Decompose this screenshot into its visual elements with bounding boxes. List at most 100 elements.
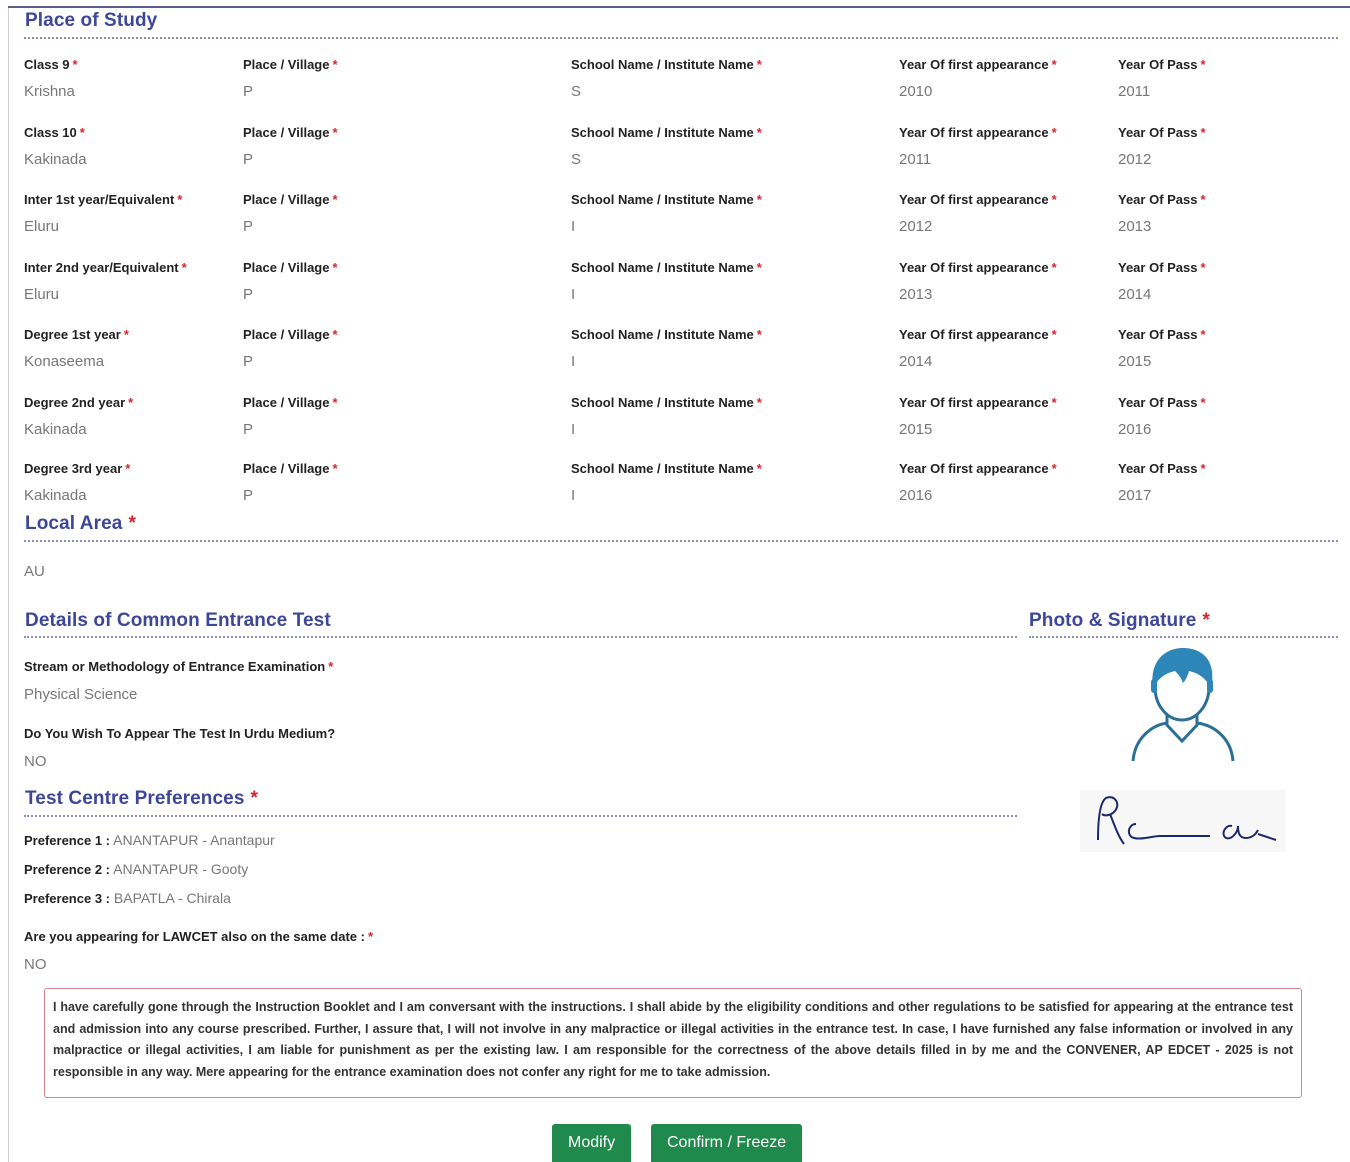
class-label: Inter 1st year/Equivalent * xyxy=(24,192,183,207)
required-mark: * xyxy=(123,327,129,342)
required-mark: * xyxy=(250,788,258,809)
required-mark: * xyxy=(177,192,183,207)
place-value: P xyxy=(243,421,254,438)
pass-year-label: Year Of Pass * xyxy=(1118,125,1206,140)
place-label: Place / Village * xyxy=(243,192,338,207)
preference-3: Preference 3 : BAPATLA - Chirala xyxy=(24,890,231,906)
required-mark: * xyxy=(756,461,762,476)
class-label: Degree 3rd year * xyxy=(24,461,131,476)
first-appearance-value: 2013 xyxy=(899,286,933,303)
class-label: Degree 2nd year * xyxy=(24,395,134,410)
required-mark: * xyxy=(72,57,78,72)
first-appearance-label: Year Of first appearance * xyxy=(899,57,1057,72)
required-mark: * xyxy=(1200,260,1206,275)
photo-avatar-icon xyxy=(1131,648,1235,762)
test-centre-title: Test Centre Preferences * xyxy=(25,788,258,809)
school-value: I xyxy=(571,421,576,438)
required-mark: * xyxy=(1202,610,1210,631)
first-appearance-value: 2012 xyxy=(899,218,933,235)
required-mark: * xyxy=(1200,125,1206,140)
first-appearance-label: Year Of first appearance * xyxy=(899,192,1057,207)
first-appearance-label: Year Of first appearance * xyxy=(899,461,1057,476)
first-appearance-label: Year Of first appearance * xyxy=(899,260,1057,275)
first-appearance-value: 2015 xyxy=(899,421,933,438)
required-mark: * xyxy=(1200,395,1206,410)
required-mark: * xyxy=(125,461,131,476)
pass-year-label: Year Of Pass * xyxy=(1118,395,1206,410)
urdu-medium-value: NO xyxy=(24,753,47,770)
place-value: P xyxy=(243,286,254,303)
local-area-title: Local Area * xyxy=(25,513,136,534)
cet-title: Details of Common Entrance Test xyxy=(25,610,331,631)
urdu-medium-label: Do You Wish To Appear The Test In Urdu M… xyxy=(24,726,336,741)
confirm-freeze-button[interactable]: Confirm / Freeze xyxy=(651,1124,803,1162)
school-value: I xyxy=(571,286,576,303)
required-mark: * xyxy=(1051,125,1057,140)
first-appearance-label: Year Of first appearance * xyxy=(899,395,1057,410)
school-label: School Name / Institute Name * xyxy=(571,192,762,207)
place-value: P xyxy=(243,218,254,235)
required-mark: * xyxy=(128,395,134,410)
first-appearance-value: 2016 xyxy=(899,487,933,504)
required-mark: * xyxy=(332,327,338,342)
required-mark: * xyxy=(1051,395,1057,410)
class-label: Inter 2nd year/Equivalent * xyxy=(24,260,187,275)
required-mark: * xyxy=(1051,57,1057,72)
photo-signature-divider xyxy=(1029,636,1338,638)
required-mark: * xyxy=(756,395,762,410)
required-mark: * xyxy=(332,192,338,207)
place-label: Place / Village * xyxy=(243,57,338,72)
first-appearance-label: Year Of first appearance * xyxy=(899,125,1057,140)
pass-year-value: 2013 xyxy=(1118,218,1152,235)
place-label: Place / Village * xyxy=(243,461,338,476)
school-label: School Name / Institute Name * xyxy=(571,461,762,476)
place-value: P xyxy=(243,487,254,504)
required-mark: * xyxy=(756,260,762,275)
class-value: Krishna xyxy=(24,83,75,100)
required-mark: * xyxy=(181,260,187,275)
required-mark: * xyxy=(1051,260,1057,275)
pass-year-value: 2012 xyxy=(1118,151,1152,168)
required-mark: * xyxy=(1051,192,1057,207)
local-area-value: AU xyxy=(24,563,45,580)
required-mark: * xyxy=(756,125,762,140)
school-value: I xyxy=(571,487,576,504)
modify-button[interactable]: Modify xyxy=(552,1124,632,1162)
class-value: Kakinada xyxy=(24,487,87,504)
first-appearance-label: Year Of first appearance * xyxy=(899,327,1057,342)
school-label: School Name / Institute Name * xyxy=(571,57,762,72)
school-value: I xyxy=(571,353,576,370)
pass-year-value: 2017 xyxy=(1118,487,1152,504)
pass-year-value: 2014 xyxy=(1118,286,1152,303)
required-mark: * xyxy=(1051,461,1057,476)
required-mark: * xyxy=(332,395,338,410)
required-mark: * xyxy=(1051,327,1057,342)
test-centre-divider xyxy=(24,815,1017,817)
pass-year-label: Year Of Pass * xyxy=(1118,327,1206,342)
first-appearance-value: 2010 xyxy=(899,83,933,100)
first-appearance-value: 2011 xyxy=(899,151,932,168)
preference-2: Preference 2 : ANANTAPUR - Gooty xyxy=(24,861,249,877)
class-label: Degree 1st year * xyxy=(24,327,129,342)
class-value: Konaseema xyxy=(24,353,105,370)
school-label: School Name / Institute Name * xyxy=(571,125,762,140)
required-mark: * xyxy=(1200,461,1206,476)
required-mark: * xyxy=(128,513,136,534)
place-label: Place / Village * xyxy=(243,260,338,275)
school-value: S xyxy=(571,151,582,168)
place-label: Place / Village * xyxy=(243,395,338,410)
required-mark: * xyxy=(1200,327,1206,342)
class-value: Eluru xyxy=(24,286,60,303)
required-mark: * xyxy=(332,461,338,476)
required-mark: * xyxy=(367,929,374,944)
signature-image xyxy=(1080,790,1285,852)
declaration-text: I have carefully gone through the Instru… xyxy=(44,988,1302,1098)
lawcet-label: Are you appearing for LAWCET also on the… xyxy=(24,929,374,944)
stream-value: Physical Science xyxy=(24,686,138,703)
pass-year-value: 2011 xyxy=(1118,83,1151,100)
pass-year-label: Year Of Pass * xyxy=(1118,192,1206,207)
lawcet-value: NO xyxy=(24,956,47,973)
pass-year-value: 2016 xyxy=(1118,421,1152,438)
required-mark: * xyxy=(756,327,762,342)
school-label: School Name / Institute Name * xyxy=(571,395,762,410)
